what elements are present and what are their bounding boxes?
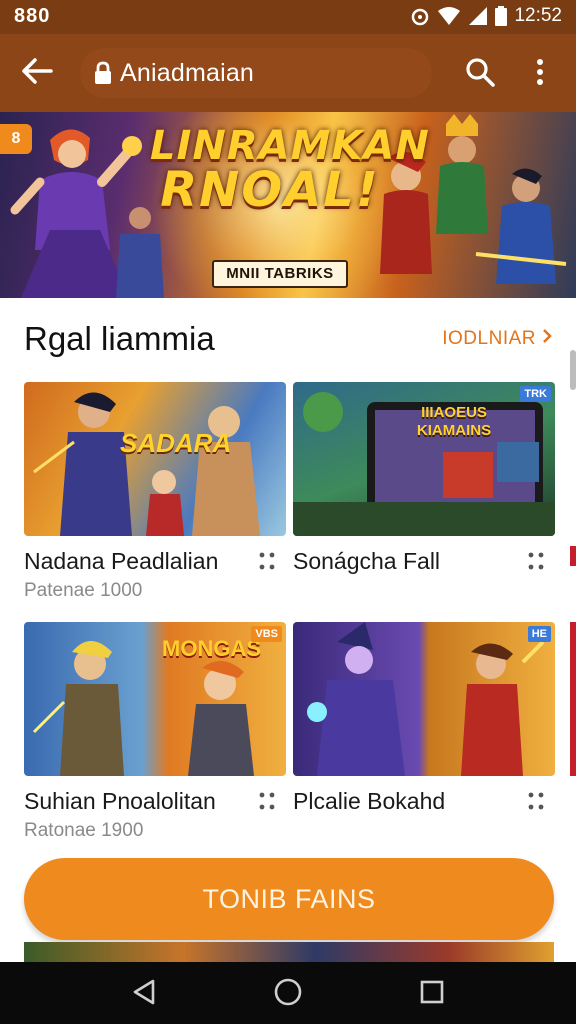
alarm-icon: [410, 6, 430, 26]
hero-title-line1: LINRAMKAN: [150, 123, 430, 169]
lock-icon: [94, 61, 112, 85]
clock-time: 12:52: [514, 5, 562, 26]
nav-back-button[interactable]: [124, 976, 164, 1012]
card-corner-badge: HE: [527, 626, 551, 642]
card-art-fighters: [33, 392, 260, 536]
next-card-peek: [570, 546, 576, 566]
game-card[interactable]: SADARA Nadana Peadlalian Patenae 1000: [24, 382, 286, 601]
primary-cta-button[interactable]: TONIB FAINS: [24, 858, 554, 940]
hero-title-line2: RNOAL!: [160, 162, 380, 218]
card-art-mage-warrior: [307, 622, 545, 776]
card-art-text: MONGAS: [162, 636, 261, 661]
see-all-label: IODLNIAR: [442, 328, 536, 349]
card-menu-button[interactable]: [254, 790, 280, 816]
game-card-thumbnail[interactable]: MONGAS VBS: [24, 622, 286, 776]
content-sheet: Rgal liammia IODLNIAR SADARA Nadana Pead…: [0, 298, 576, 962]
card-corner-badge: VBS: [251, 626, 282, 642]
card-art-text: SADARA: [120, 428, 232, 458]
see-all-link[interactable]: IODLNIAR: [442, 328, 552, 350]
signal-icon: [468, 6, 488, 26]
game-card-thumbnail[interactable]: SADARA: [24, 382, 286, 536]
card-art-text: IIIAOEUS KIAMAINS: [416, 404, 492, 439]
status-left-text: 880: [14, 5, 51, 27]
game-card[interactable]: MONGAS VBS Suhian Pnoalolitan Ratonae 19…: [24, 622, 286, 841]
system-nav-bar: [0, 962, 576, 1024]
nav-home-button[interactable]: [268, 976, 308, 1012]
app-bar: Aniadmaian: [0, 34, 576, 112]
section-title: Rgal liammia: [24, 320, 215, 357]
game-card-title[interactable]: Sonágcha Fall: [293, 548, 440, 575]
hero-tag: MNII TABRIKS: [212, 260, 348, 288]
status-bar: 880 12:52: [0, 0, 576, 34]
game-card-thumbnail[interactable]: HE: [293, 622, 555, 776]
search-icon: [465, 57, 495, 92]
card-corner-badge: TRK: [520, 386, 551, 402]
battery-icon: [495, 6, 508, 26]
drag-dots-icon: [258, 550, 276, 577]
nav-back-icon: [131, 978, 157, 1011]
card-menu-button[interactable]: [254, 550, 280, 576]
url-text: Aniadmaian: [120, 58, 255, 87]
back-arrow-icon: [21, 57, 53, 90]
drag-dots-icon: [527, 550, 545, 577]
wifi-icon: [437, 6, 461, 26]
game-card-title[interactable]: Nadana Peadlalian: [24, 548, 218, 575]
card-menu-button[interactable]: [523, 790, 549, 816]
hero-title: LINRAMKAN RNOAL!: [150, 123, 430, 218]
nav-recents-icon: [419, 979, 445, 1010]
game-card-subtitle: Patenae 1000: [24, 580, 143, 601]
next-card-peek: [570, 622, 576, 776]
scroll-indicator: [570, 350, 576, 390]
drag-dots-icon: [258, 790, 276, 817]
url-field[interactable]: Aniadmaian: [80, 48, 432, 98]
drag-dots-icon: [527, 790, 545, 817]
back-button[interactable]: [14, 51, 60, 95]
more-vert-icon: [536, 58, 544, 91]
hero-badge: 8: [0, 124, 32, 154]
search-button[interactable]: [458, 52, 502, 96]
game-card-subtitle: Ratonae 1900: [24, 820, 144, 841]
next-row-peek: [24, 942, 554, 962]
game-card-thumbnail[interactable]: IIIAOEUS KIAMAINS TRK: [293, 382, 555, 536]
nav-recents-button[interactable]: [412, 976, 452, 1012]
hero-banner[interactable]: 8 LINRAMKAN RNOAL! MNII TABRIKS: [0, 112, 576, 298]
game-card-title[interactable]: Plcalie Bokahd: [293, 788, 445, 815]
nav-home-icon: [273, 977, 303, 1012]
chevron-right-icon: [542, 328, 552, 350]
card-menu-button[interactable]: [523, 550, 549, 576]
game-card[interactable]: HE Plcalie Bokahd: [293, 622, 555, 814]
game-card-title[interactable]: Suhian Pnoalolitan: [24, 788, 216, 815]
status-icons: 12:52: [410, 5, 562, 27]
more-options-button[interactable]: [520, 52, 560, 96]
game-card[interactable]: IIIAOEUS KIAMAINS TRK Sonágcha Fall: [293, 382, 555, 574]
